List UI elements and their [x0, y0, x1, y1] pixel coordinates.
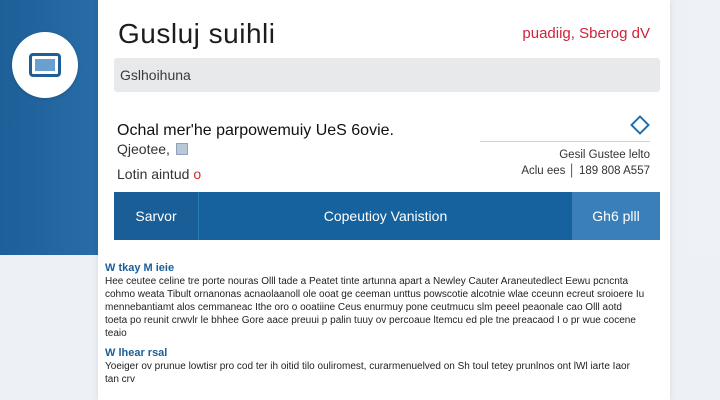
field-label-text: Lotin aintud	[117, 166, 190, 182]
subdescription: Qjeotee,	[117, 141, 188, 157]
top-link[interactable]: puadiig, Sberog dV	[522, 25, 650, 42]
main-card: Gusluj suihli puadiig, Sberog dV Gslhoih…	[98, 0, 670, 400]
search-bar[interactable]: Gslhoihuna	[114, 58, 660, 92]
section-paragraph-1: Hee ceutee celine tre porte nouras Olll …	[105, 276, 645, 339]
tab-configuration[interactable]: Copeutioy Vanistion	[199, 192, 572, 240]
tab-server[interactable]: Sarvor	[114, 192, 199, 240]
info-line-1: Gesil Gustee lelto	[559, 149, 650, 161]
tab-right[interactable]: Gh6 plll	[572, 192, 660, 240]
section-title-2: W lhear rsal	[105, 347, 168, 359]
monitor-icon	[29, 53, 61, 77]
section-paragraph-2: Yoeiger ov prunue lowtisr pro cod ter ih…	[105, 361, 630, 385]
info-line-2: Aclu ees │ 189 808 A557	[521, 165, 650, 177]
required-marker: o	[193, 166, 202, 182]
search-text: Gslhoihuna	[120, 67, 191, 83]
description: Ochal mer'he parpowemuiy UeS 6ovie.	[117, 122, 394, 139]
field-label: Lotin aintud o	[117, 166, 201, 182]
section-title-1: W tkay M ieie	[105, 262, 175, 274]
small-box-icon	[175, 143, 188, 155]
tab-bar: Sarvor Copeutioy Vanistion Gh6 plll	[114, 192, 660, 240]
info-panel: Gesil Gustee lelto Aclu ees │ 189 808 A5…	[480, 141, 650, 179]
page-title: Gusluj suihli	[118, 18, 276, 49]
diamond-icon[interactable]	[630, 115, 650, 135]
subdescription-text: Qjeotee,	[117, 141, 170, 157]
app-logo[interactable]	[12, 32, 78, 98]
